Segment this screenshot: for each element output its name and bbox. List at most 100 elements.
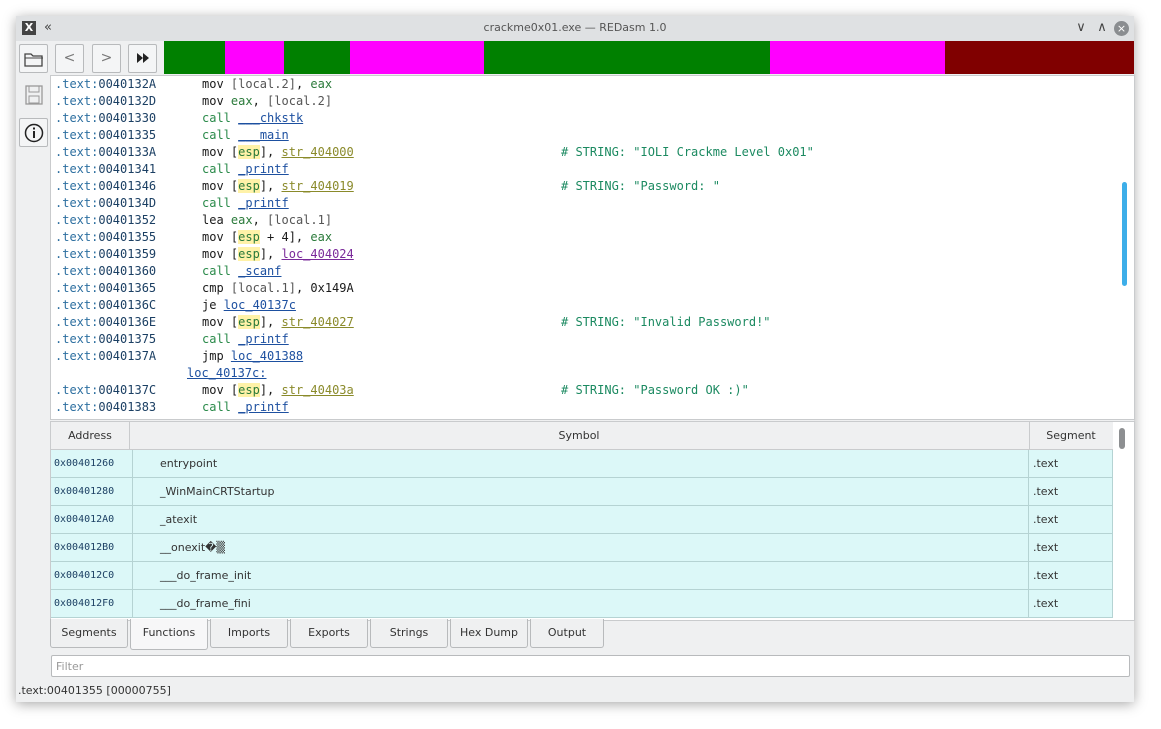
tab-imports[interactable]: Imports [210, 619, 288, 648]
table-row[interactable]: 0x004012B0 __onexit�▒ .text [51, 534, 1113, 562]
table-row[interactable]: 0x004012C0 ___do_frame_init .text [51, 562, 1113, 590]
listing-line[interactable]: .text:00401335 call ___main [55, 127, 1115, 144]
instruction[interactable]: call ___chkstk [202, 110, 303, 127]
instruction[interactable]: call _printf [202, 399, 289, 416]
cell-symbol: _WinMainCRTStartup [132, 478, 1029, 505]
cell-symbol: _atexit [132, 506, 1029, 533]
tab-exports[interactable]: Exports [290, 619, 368, 648]
cell-symbol: ___do_frame_init [132, 562, 1029, 589]
instruction[interactable]: call ___main [202, 127, 289, 144]
cell-address: 0x004012A0 [51, 506, 133, 533]
segment-color-bar[interactable] [164, 41, 1134, 74]
header-address[interactable]: Address [51, 422, 130, 449]
listing-line[interactable]: .text:00401365 cmp [local.1], 0x149A [55, 280, 1115, 297]
line-address: .text:0040136C [55, 298, 157, 312]
table-row[interactable]: 0x004012F0 ___do_frame_fini .text [51, 590, 1113, 618]
listing-line[interactable]: .text:0040137A jmp loc_401388 [55, 348, 1115, 365]
tab-output[interactable]: Output [530, 619, 604, 648]
line-address: .text:00401359 [55, 247, 157, 261]
listing-line[interactable]: .text:00401352 lea eax, [local.1] [55, 212, 1115, 229]
listing-label[interactable]: loc_40137c: [55, 365, 1115, 382]
instruction[interactable]: lea eax, [local.1] [202, 212, 332, 229]
save-icon [24, 84, 43, 105]
instruction[interactable]: call _printf [202, 195, 289, 212]
disassembly-listing[interactable]: .text:0040132A mov [local.2], eax .text:00… [50, 75, 1135, 420]
table-scrollbar[interactable] [1119, 428, 1125, 449]
back-button[interactable]: < [55, 44, 84, 73]
instruction[interactable]: mov [esp], str_404019 [202, 178, 354, 195]
line-comment: # STRING: "Invalid Password!" [561, 315, 771, 329]
instruction[interactable]: mov eax, [local.2] [202, 93, 332, 110]
line-comment: # STRING: "Password: " [561, 179, 720, 193]
cell-symbol: ___do_frame_fini [132, 590, 1029, 617]
goto-button[interactable] [128, 44, 157, 73]
line-address: .text:00401352 [55, 213, 157, 227]
functions-table[interactable]: Address Symbol Segment 0x00401260 entrypo… [50, 421, 1135, 621]
listing-line[interactable]: .text:00401330 call ___chkstk [55, 110, 1115, 127]
filter-input[interactable]: Filter [51, 655, 1130, 677]
folder-icon [23, 52, 43, 67]
instruction[interactable]: jmp loc_401388 [202, 348, 303, 365]
open-file-button[interactable] [19, 44, 48, 73]
listing-line[interactable]: .text:00401341 call _printf [55, 161, 1115, 178]
line-address: .text:00401383 [55, 400, 157, 414]
listing-line[interactable]: .text:0040132D mov eax, [local.2] [55, 93, 1115, 110]
line-address: .text:00401365 [55, 281, 157, 295]
close-icon[interactable]: × [1114, 21, 1129, 36]
cell-segment: .text [1029, 450, 1113, 477]
segment-block[interactable] [350, 41, 484, 74]
instruction[interactable]: mov [esp + 4], eax [202, 229, 332, 246]
instruction[interactable]: call _printf [202, 331, 289, 348]
header-segment[interactable]: Segment [1029, 422, 1113, 449]
listing-line[interactable]: .text:0040133A mov [esp], str_404000 # STR… [55, 144, 1115, 161]
table-row[interactable]: 0x00401280 _WinMainCRTStartup .text [51, 478, 1113, 506]
minimize-icon[interactable]: ∨ [1073, 20, 1089, 36]
listing-line[interactable]: .text:0040134D call _printf [55, 195, 1115, 212]
table-row[interactable]: 0x004012A0 _atexit .text [51, 506, 1113, 534]
listing-line[interactable]: .text:0040136E mov [esp], str_404027 # STR… [55, 314, 1115, 331]
forward-button[interactable]: > [92, 44, 121, 73]
cell-segment: .text [1029, 534, 1113, 561]
listing-scrollbar[interactable] [1122, 182, 1127, 286]
info-button[interactable] [19, 118, 48, 147]
tab-segments[interactable]: Segments [50, 619, 128, 648]
instruction[interactable]: call _printf [202, 161, 289, 178]
status-bar: .text:00401355 [00000755] [18, 684, 171, 697]
header-symbol[interactable]: Symbol [129, 422, 1030, 449]
segment-block[interactable] [484, 41, 770, 74]
cell-segment: .text [1029, 506, 1113, 533]
listing-line[interactable]: .text:0040136C je loc_40137c [55, 297, 1115, 314]
tab-functions[interactable]: Functions [130, 619, 208, 650]
segment-block[interactable] [770, 41, 945, 74]
listing-line[interactable]: .text:00401346 mov [esp], str_404019 # STR… [55, 178, 1115, 195]
table-row[interactable]: 0x00401260 entrypoint .text [51, 450, 1113, 478]
listing-line[interactable]: .text:00401359 mov [esp], loc_404024 [55, 246, 1115, 263]
cell-symbol: entrypoint [132, 450, 1029, 477]
listing-line[interactable]: .text:00401383 call _printf [55, 399, 1115, 416]
listing-line[interactable]: .text:0040132A mov [local.2], eax [55, 76, 1115, 93]
instruction[interactable]: mov [esp], loc_404024 [202, 246, 354, 263]
segment-block[interactable] [284, 41, 350, 74]
instruction[interactable]: mov [local.2], eax [202, 76, 332, 93]
segment-block[interactable] [164, 41, 225, 74]
save-button[interactable] [19, 80, 48, 109]
listing-line[interactable]: .text:00401355 mov [esp + 4], eax [55, 229, 1115, 246]
instruction[interactable]: mov [esp], str_404000 [202, 144, 354, 161]
listing-line[interactable]: .text:00401375 call _printf [55, 331, 1115, 348]
instruction[interactable]: je loc_40137c [202, 297, 296, 314]
label-text[interactable]: loc_40137c: [187, 365, 266, 382]
tab-hex-dump[interactable]: Hex Dump [450, 619, 528, 648]
line-address: .text:0040132D [55, 94, 157, 108]
tab-strings[interactable]: Strings [370, 619, 448, 648]
instruction[interactable]: mov [esp], str_404027 [202, 314, 354, 331]
line-address: .text:00401360 [55, 264, 157, 278]
segment-block[interactable] [945, 41, 1134, 74]
maximize-icon[interactable]: ∧ [1094, 20, 1110, 36]
segment-block[interactable] [225, 41, 284, 74]
instruction[interactable]: call _scanf [202, 263, 282, 280]
line-address: .text:00401346 [55, 179, 157, 193]
instruction[interactable]: mov [esp], str_40403a [202, 382, 354, 399]
instruction[interactable]: cmp [local.1], 0x149A [202, 280, 354, 297]
listing-line[interactable]: .text:00401360 call _scanf [55, 263, 1115, 280]
listing-line[interactable]: .text:0040137C mov [esp], str_40403a # STR… [55, 382, 1115, 399]
